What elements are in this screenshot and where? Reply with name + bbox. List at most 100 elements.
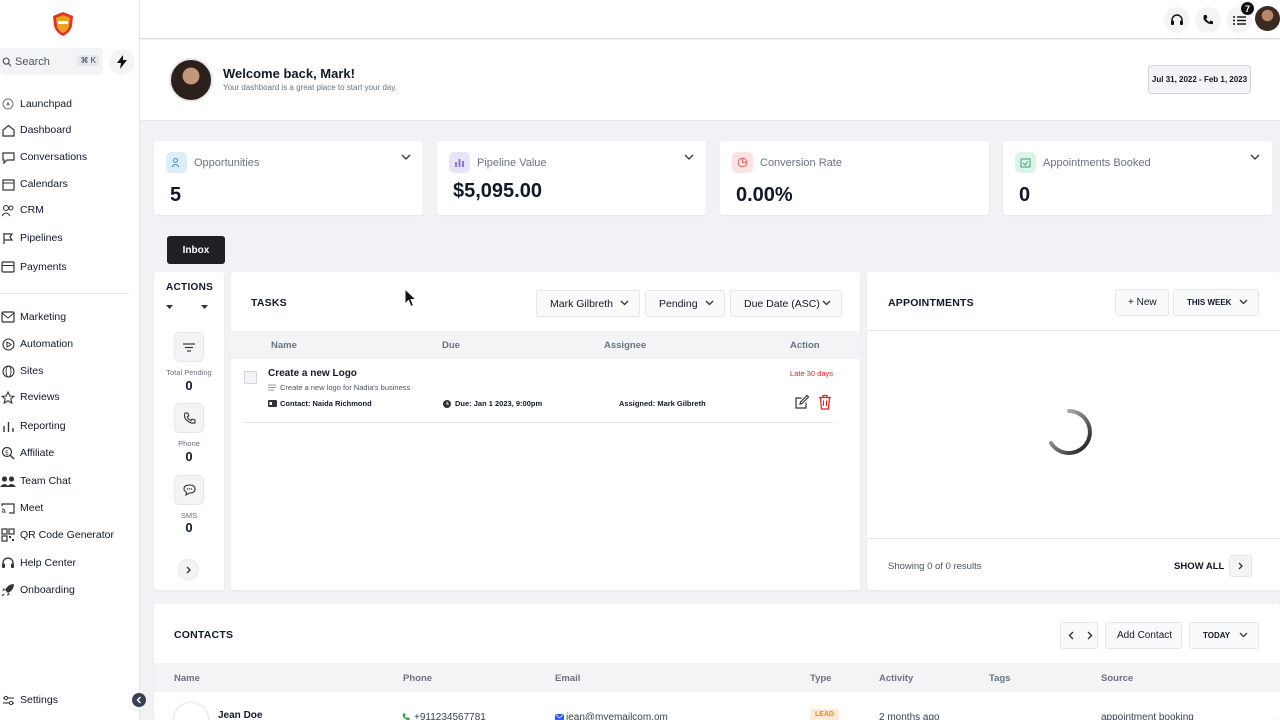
filter-icon	[183, 342, 195, 352]
sidebar-item-onboarding[interactable]: Onboarding	[0, 580, 75, 600]
dropdown-value: Mark Gilbreth	[550, 297, 614, 310]
column-header[interactable]: Source	[1101, 673, 1133, 684]
column-header[interactable]: Email	[555, 673, 580, 684]
sidebar-item-automation[interactable]: Automation	[0, 334, 73, 354]
stat-card-conversion-rate[interactable]: Conversion Rate 0.00%	[720, 141, 989, 215]
stat-card-pipeline-value[interactable]: Pipeline Value $5,095.00	[437, 141, 706, 215]
sidebar-item-calendars[interactable]: Calendars	[0, 174, 68, 194]
dropdown-value: Due Date (ASC)	[744, 297, 820, 310]
sidebar-item-reviews[interactable]: Reviews	[0, 387, 60, 407]
status-filter-dropdown[interactable]: Pending	[645, 290, 725, 317]
sidebar-item-qr-code-generator[interactable]: QR Code Generator	[0, 525, 114, 545]
action-count: 0	[185, 520, 193, 535]
appointments-next-button[interactable]	[1229, 555, 1252, 577]
headset-icon	[0, 555, 16, 571]
column-header[interactable]: Tags	[989, 673, 1010, 684]
stat-card-opportunities[interactable]: Opportunities 5	[154, 141, 423, 215]
chevron-right-icon[interactable]	[1087, 631, 1093, 640]
edit-icon[interactable]	[794, 394, 810, 410]
user-avatar[interactable]	[1255, 6, 1280, 31]
support-button[interactable]	[1164, 7, 1190, 33]
task-due: Due: Jan 1 2023, 9:00pm	[455, 399, 543, 408]
flag-icon	[0, 230, 16, 246]
stat-label: Conversion Rate	[760, 157, 842, 169]
assignee-filter-dropdown[interactable]: Mark Gilbreth	[536, 290, 640, 317]
phone-action-button[interactable]	[174, 403, 204, 433]
stat-card-appointments-booked[interactable]: Appointments Booked 0	[1003, 141, 1272, 215]
contacts-range-dropdown[interactable]: TODAY	[1189, 622, 1259, 649]
column-header[interactable]: Action	[790, 340, 820, 351]
quick-actions-button[interactable]	[109, 49, 135, 75]
sidebar-item-marketing[interactable]: Marketing	[0, 307, 66, 327]
sidebar-item-payments[interactable]: Payments	[0, 257, 67, 277]
action-label: Phone	[178, 439, 200, 448]
sidebar-item-label: Payments	[20, 261, 67, 273]
task-contact[interactable]: Contact: Naida Richmond	[280, 399, 372, 408]
caret-down-icon[interactable]	[201, 305, 208, 309]
column-header[interactable]: Phone	[403, 673, 432, 684]
contact-phone[interactable]: +911234567781	[414, 712, 486, 720]
sidebar-item-label: Help Center	[20, 557, 77, 569]
actions-title: ACTIONS	[166, 282, 214, 293]
column-header[interactable]: Name	[271, 340, 297, 351]
task-assigned: Assigned: Mark Gilbreth	[619, 399, 706, 408]
chevron-right-icon	[186, 566, 191, 573]
caret-down-icon[interactable]	[166, 305, 173, 309]
sms-action-button[interactable]	[174, 475, 204, 505]
task-description: Create a new logo for Nadia's business	[280, 383, 411, 392]
trash-icon[interactable]	[818, 394, 832, 410]
show-all-link[interactable]: SHOW ALL	[1174, 561, 1224, 572]
home-icon	[0, 122, 16, 138]
sort-dropdown[interactable]: Due Date (ASC)	[730, 290, 842, 317]
sidebar-item-conversations[interactable]: Conversations	[0, 147, 87, 167]
column-header[interactable]: Name	[174, 673, 200, 684]
sidebar-item-affiliate[interactable]: $ Affiliate	[0, 443, 54, 463]
inbox-tab[interactable]: Inbox	[167, 236, 225, 264]
sidebar-item-label: Sites	[20, 365, 44, 377]
sidebar-item-label: Automation	[20, 338, 74, 350]
chevron-down-icon[interactable]	[401, 154, 411, 160]
sidebar-item-settings[interactable]: Settings	[0, 690, 58, 710]
sidebar-item-help-center[interactable]: Help Center	[0, 553, 76, 573]
add-contact-button[interactable]: Add Contact	[1105, 622, 1182, 649]
loading-spinner-icon	[1049, 409, 1092, 455]
brand-logo[interactable]	[52, 11, 74, 37]
sidebar-item-pipelines[interactable]: Pipelines	[0, 228, 63, 248]
task-name[interactable]: Create a new Logo	[268, 368, 357, 379]
task-checkbox[interactable]	[244, 371, 257, 384]
contact-email[interactable]: jean@myemailcom.om	[566, 712, 668, 720]
chevron-down-icon[interactable]	[1250, 154, 1260, 160]
sidebar-item-team-chat[interactable]: Team Chat	[0, 471, 71, 491]
contact-name[interactable]: Jean Doe	[218, 710, 262, 720]
contact-type-badge: LEAD	[810, 709, 840, 720]
column-header[interactable]: Due	[442, 340, 460, 351]
sidebar-item-crm[interactable]: CRM	[0, 200, 44, 220]
chevron-down-icon	[705, 300, 714, 306]
sidebar-item-dashboard[interactable]: Dashboard	[0, 120, 71, 140]
total-pending-button[interactable]	[174, 332, 204, 362]
actions-next-button[interactable]	[178, 559, 199, 580]
description-icon	[268, 384, 276, 391]
task-late-status: Late 30 days	[790, 369, 833, 378]
sidebar-item-launchpad[interactable]: Launchpad	[0, 94, 72, 114]
column-header[interactable]: Assignee	[604, 340, 646, 351]
column-header[interactable]: Type	[810, 673, 831, 684]
top-bar	[140, 0, 1280, 39]
date-range-picker[interactable]: Jul 31, 2022 - Feb 1, 2023	[1148, 65, 1251, 94]
new-appointment-button[interactable]: + New	[1115, 289, 1169, 316]
sidebar-item-reporting[interactable]: Reporting	[0, 416, 66, 436]
column-header[interactable]: Activity	[879, 673, 913, 684]
calendar-icon	[0, 176, 16, 192]
chevron-left-icon[interactable]	[1068, 631, 1074, 640]
chevron-down-icon	[822, 300, 831, 306]
appointments-range-dropdown[interactable]: THIS WEEK	[1173, 289, 1259, 316]
sidebar-item-label: Onboarding	[20, 584, 75, 596]
affiliate-icon: $	[0, 445, 16, 461]
sidebar-item-meet[interactable]: Meet	[0, 498, 43, 518]
phone-button[interactable]	[1195, 7, 1221, 33]
search-input[interactable]: Search ⌘ K	[0, 48, 103, 75]
chevron-down-icon[interactable]	[684, 154, 694, 160]
appointments-booked-icon	[1015, 152, 1036, 173]
sidebar-item-sites[interactable]: Sites	[0, 361, 43, 381]
collapse-sidebar-button[interactable]	[132, 693, 146, 707]
